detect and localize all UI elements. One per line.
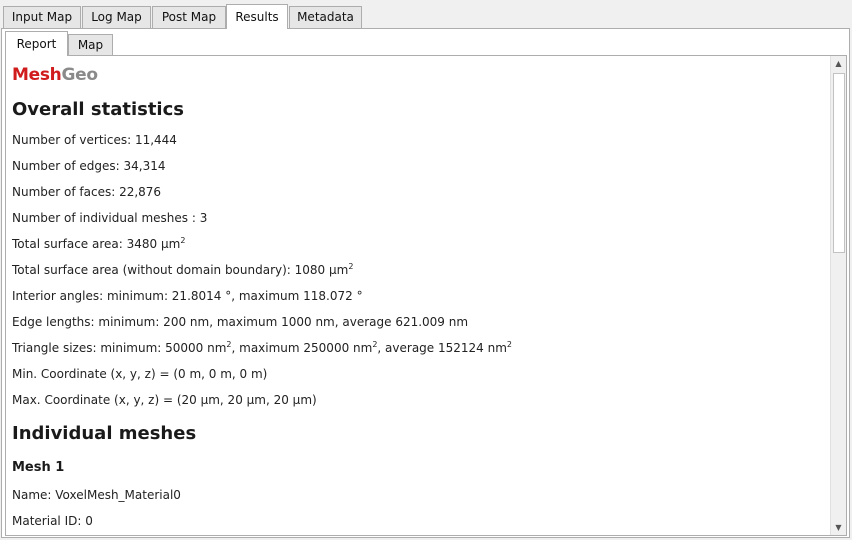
report-view[interactable]: MeshGeo Overall statistics Number of ver…	[5, 55, 847, 536]
up-arrow-icon[interactable]: ▲	[831, 56, 846, 71]
interior-angles-stat: Interior angles: minimum: 21.8014 °, max…	[12, 289, 363, 303]
edges-stat: Number of edges: 34,314	[12, 159, 166, 173]
tab-metadata[interactable]: Metadata	[289, 6, 362, 28]
scrollbar-thumb[interactable]	[833, 73, 845, 253]
tab-input-map[interactable]: Input Map	[3, 6, 81, 28]
overall-statistics-heading: Overall statistics	[12, 99, 184, 120]
min-coordinate-stat: Min. Coordinate (x, y, z) = (0 m, 0 m, 0…	[12, 367, 268, 381]
triangle-min-text: Triangle sizes: minimum: 50000 nm	[12, 341, 227, 355]
mesh-1-heading: Mesh 1	[12, 460, 65, 475]
triangle-avg-text: , average 152124 nm	[377, 341, 507, 355]
surface-area-text: Total surface area: 3480 µm	[12, 237, 181, 251]
meshes-count-stat: Number of individual meshes : 3	[12, 211, 208, 225]
edge-lengths-stat: Edge lengths: minimum: 200 nm, maximum 1…	[12, 315, 469, 329]
surface-area-interior-stat: Total surface area (without domain bound…	[12, 262, 354, 278]
tab-map[interactable]: Map	[68, 34, 113, 55]
surface-area-sup: 2	[180, 236, 186, 245]
vertical-scrollbar[interactable]: ▲ ▼	[830, 56, 846, 535]
meshgeo-logo: MeshGeo	[12, 65, 98, 85]
down-arrow-icon[interactable]: ▼	[831, 520, 846, 535]
logo-part-mesh: Mesh	[12, 65, 62, 85]
surface-area-interior-sup: 2	[348, 262, 354, 271]
tab-post-map[interactable]: Post Map	[152, 6, 226, 28]
mesh-1-material-id: Material ID: 0	[12, 514, 93, 528]
tab-results[interactable]: Results	[226, 4, 288, 29]
faces-stat: Number of faces: 22,876	[12, 185, 162, 199]
surface-area-stat: Total surface area: 3480 µm2	[12, 236, 186, 252]
results-panel: Report Map MeshGeo Overall statistics Nu…	[1, 28, 850, 538]
tab-log-map[interactable]: Log Map	[82, 6, 151, 28]
surface-area-interior-text: Total surface area (without domain bound…	[12, 263, 349, 277]
vertices-stat: Number of vertices: 11,444	[12, 133, 177, 147]
individual-meshes-heading: Individual meshes	[12, 423, 197, 444]
mesh-1-name: Name: VoxelMesh_Material0	[12, 488, 181, 502]
triangle-sizes-stat: Triangle sizes: minimum: 50000 nm 2 , maxi…	[12, 340, 513, 356]
max-coordinate-stat: Max. Coordinate (x, y, z) = (20 µm, 20 µ…	[12, 393, 317, 407]
main-tab-bar: Input Map Log Map Post Map Results Metad…	[0, 0, 852, 29]
logo-part-geo: Geo	[61, 65, 98, 85]
triangle-avg-sup: 2	[506, 340, 513, 349]
triangle-max-text: , maximum 250000 nm	[231, 341, 373, 355]
tab-report[interactable]: Report	[5, 31, 68, 56]
